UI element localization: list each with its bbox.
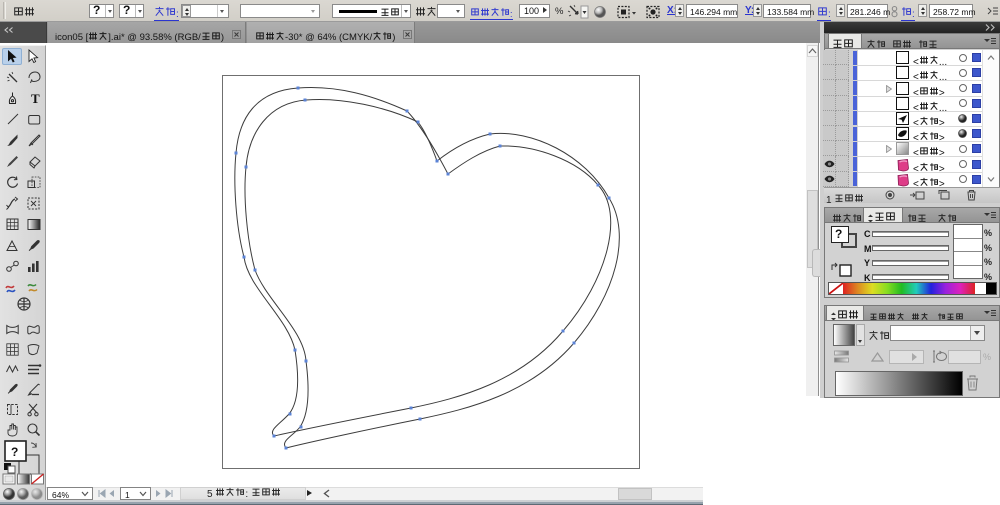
svg-text:?: ? xyxy=(11,445,18,459)
svg-text:T: T xyxy=(31,91,40,106)
